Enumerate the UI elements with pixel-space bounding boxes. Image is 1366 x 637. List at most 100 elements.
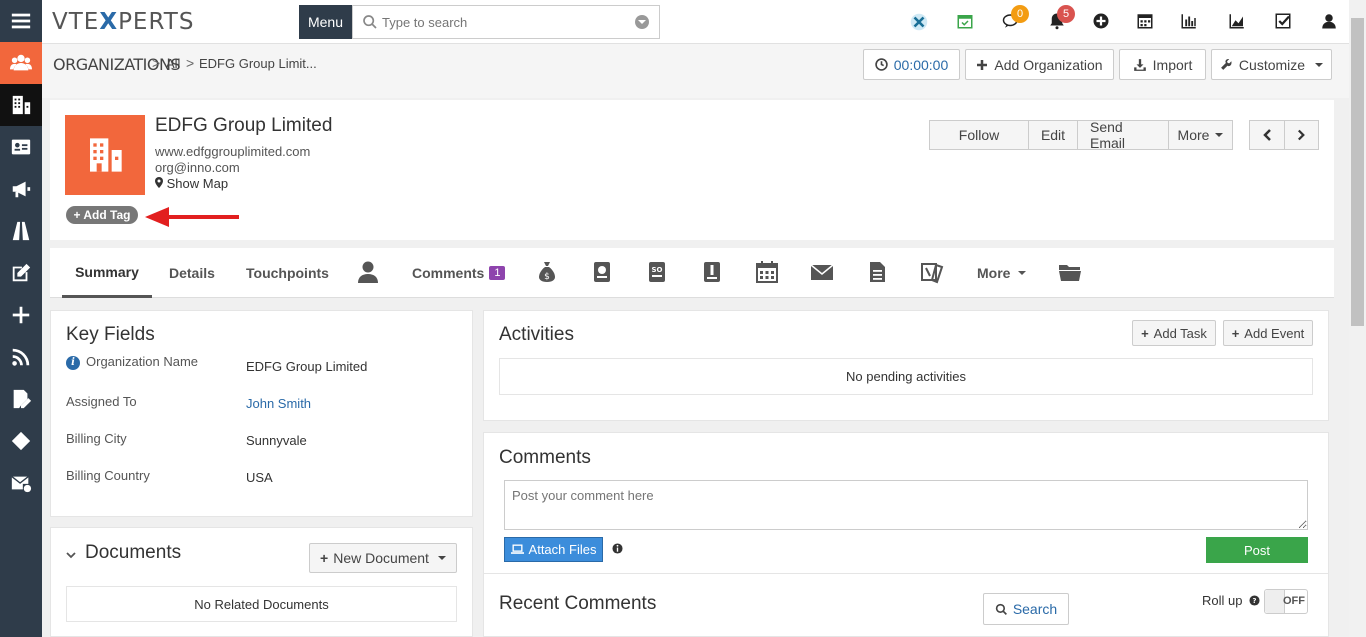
timer-value: 00:00:00: [893, 56, 949, 73]
contacts-group-icon[interactable]: [0, 42, 42, 84]
tab-sales-order-icon[interactable]: SO: [645, 260, 671, 286]
chat-icon[interactable]: 0: [1002, 5, 1029, 32]
follow-button[interactable]: Follow: [930, 121, 1029, 149]
comment-textarea[interactable]: [504, 480, 1308, 530]
rss-feed-icon[interactable]: [0, 336, 42, 378]
area-chart-icon[interactable]: [1228, 12, 1248, 32]
app-logo[interactable]: VTEXPERTS: [52, 9, 194, 35]
info-circle-icon[interactable]: [612, 543, 623, 554]
caret-down-icon: [1018, 271, 1027, 275]
plus-icon: +: [1231, 325, 1240, 341]
field-value-billing-city[interactable]: Sunnyvale: [246, 433, 307, 448]
quick-create-plus-icon[interactable]: [1092, 12, 1112, 32]
add-tag-button[interactable]: + Add Tag: [66, 206, 138, 224]
scrollbar-thumb[interactable]: [1351, 18, 1364, 326]
tab-folder-icon[interactable]: [1058, 260, 1084, 286]
menu-button[interactable]: Menu: [299, 5, 352, 39]
document-edit-icon[interactable]: [0, 378, 42, 420]
wrench-icon: [1221, 58, 1232, 70]
module-header: ORGANIZATIONS > All > EDFG Group Limit..…: [42, 44, 1349, 98]
field-value-organization-name[interactable]: EDFG Group Limited: [246, 359, 367, 374]
tab-touchpoints[interactable]: Touchpoints: [246, 248, 329, 298]
field-label-organization-name: i Organization Name: [66, 354, 198, 370]
field-label-text: Organization Name: [86, 354, 198, 369]
breadcrumb-separator: >: [152, 55, 161, 71]
rollup-toggle[interactable]: OFF: [1264, 589, 1308, 614]
info-icon[interactable]: i: [66, 356, 80, 370]
next-record-button[interactable]: [1285, 121, 1318, 149]
contact-card-icon[interactable]: [0, 126, 42, 168]
notification-count-badge: 5: [1057, 5, 1075, 23]
breadcrumb-module[interactable]: ORGANIZATIONS: [53, 55, 181, 74]
plus-icon: +: [320, 550, 329, 566]
documents-title: Documents: [85, 542, 182, 563]
previous-record-button[interactable]: [1250, 121, 1285, 149]
tab-summary[interactable]: Summary: [62, 248, 152, 298]
timer-button[interactable]: 00:00:00: [863, 49, 960, 80]
vtexperts-x-icon[interactable]: [910, 13, 930, 33]
edit-button[interactable]: Edit: [1029, 121, 1078, 149]
post-comment-button[interactable]: Post: [1206, 537, 1308, 563]
tab-email-envelope-icon[interactable]: [810, 260, 836, 286]
add-task-button[interactable]: + Add Task: [1132, 320, 1216, 346]
record-email[interactable]: org@inno.com: [155, 160, 240, 175]
tab-calendar-icon[interactable]: [755, 260, 781, 286]
record-website[interactable]: www.edfggrouplimited.com: [155, 144, 310, 159]
hamburger-menu-icon[interactable]: [0, 0, 42, 42]
plus-icon[interactable]: [0, 294, 42, 336]
tab-invoice-icon[interactable]: [700, 260, 726, 286]
download-icon: [1133, 58, 1146, 71]
search-dropdown-icon[interactable]: [635, 15, 649, 29]
edit-square-icon[interactable]: [0, 252, 42, 294]
tab-quotes-icon[interactable]: [590, 260, 616, 286]
left-rail: [0, 0, 42, 637]
megaphone-icon[interactable]: [0, 168, 42, 210]
add-event-button[interactable]: + Add Event: [1223, 320, 1313, 346]
add-event-label: Add Event: [1244, 325, 1305, 341]
reports-bar-chart-icon[interactable]: [1180, 12, 1200, 32]
chevron-down-icon[interactable]: [66, 550, 76, 560]
add-organization-button[interactable]: Add Organization: [965, 49, 1114, 80]
mail-settings-icon[interactable]: [0, 462, 42, 504]
show-map-link[interactable]: Show Map: [155, 176, 228, 191]
building-icon: [90, 138, 122, 172]
diamond-icon[interactable]: [0, 420, 42, 462]
tab-details[interactable]: Details: [169, 248, 215, 298]
new-document-button[interactable]: + New Document: [309, 543, 457, 573]
svg-text:$: $: [544, 272, 550, 282]
search-input[interactable]: [382, 12, 622, 32]
field-value-billing-country[interactable]: USA: [246, 470, 273, 485]
user-profile-icon[interactable]: [1320, 12, 1340, 32]
field-label-billing-country: Billing Country: [66, 468, 150, 483]
field-value-assigned-to[interactable]: John Smith: [246, 396, 311, 411]
comments-divider: [484, 573, 1328, 574]
send-email-button[interactable]: Send Email: [1078, 119, 1169, 151]
attach-files-button[interactable]: Attach Files: [504, 537, 603, 562]
recent-comments-title: Recent Comments: [499, 593, 657, 614]
tab-tickets-icon[interactable]: [920, 260, 946, 286]
tab-more-label: More: [977, 265, 1011, 281]
calendar-icon[interactable]: [1136, 12, 1156, 32]
add-task-label: Add Task: [1153, 325, 1207, 341]
search-comments-label: Search: [1012, 601, 1058, 617]
tab-money-bag-icon[interactable]: $: [535, 260, 561, 286]
tab-comments[interactable]: Comments 1: [412, 248, 506, 298]
road-icon[interactable]: [0, 210, 42, 252]
organizations-building-icon[interactable]: [0, 84, 42, 126]
more-actions-button[interactable]: More: [1169, 121, 1232, 149]
tasks-checkbox-icon[interactable]: [1274, 12, 1294, 32]
search-comments-button[interactable]: Search: [983, 593, 1069, 625]
tab-more[interactable]: More: [977, 248, 1027, 298]
breadcrumb-filter[interactable]: All: [166, 56, 180, 71]
tab-contacts-person-icon[interactable]: [356, 260, 382, 286]
new-document-label: New Document: [333, 550, 429, 566]
notification-bell-icon[interactable]: 5: [1048, 5, 1075, 32]
customize-button[interactable]: Customize: [1211, 49, 1332, 80]
global-search[interactable]: [352, 5, 660, 39]
import-button[interactable]: Import: [1119, 49, 1206, 80]
help-circle-icon[interactable]: ?: [1249, 595, 1260, 606]
calendar-check-icon[interactable]: [956, 12, 976, 32]
activities-empty-state: No pending activities: [499, 358, 1313, 395]
tab-documents-icon[interactable]: [865, 260, 891, 286]
record-title: EDFG Group Limited: [155, 115, 333, 136]
